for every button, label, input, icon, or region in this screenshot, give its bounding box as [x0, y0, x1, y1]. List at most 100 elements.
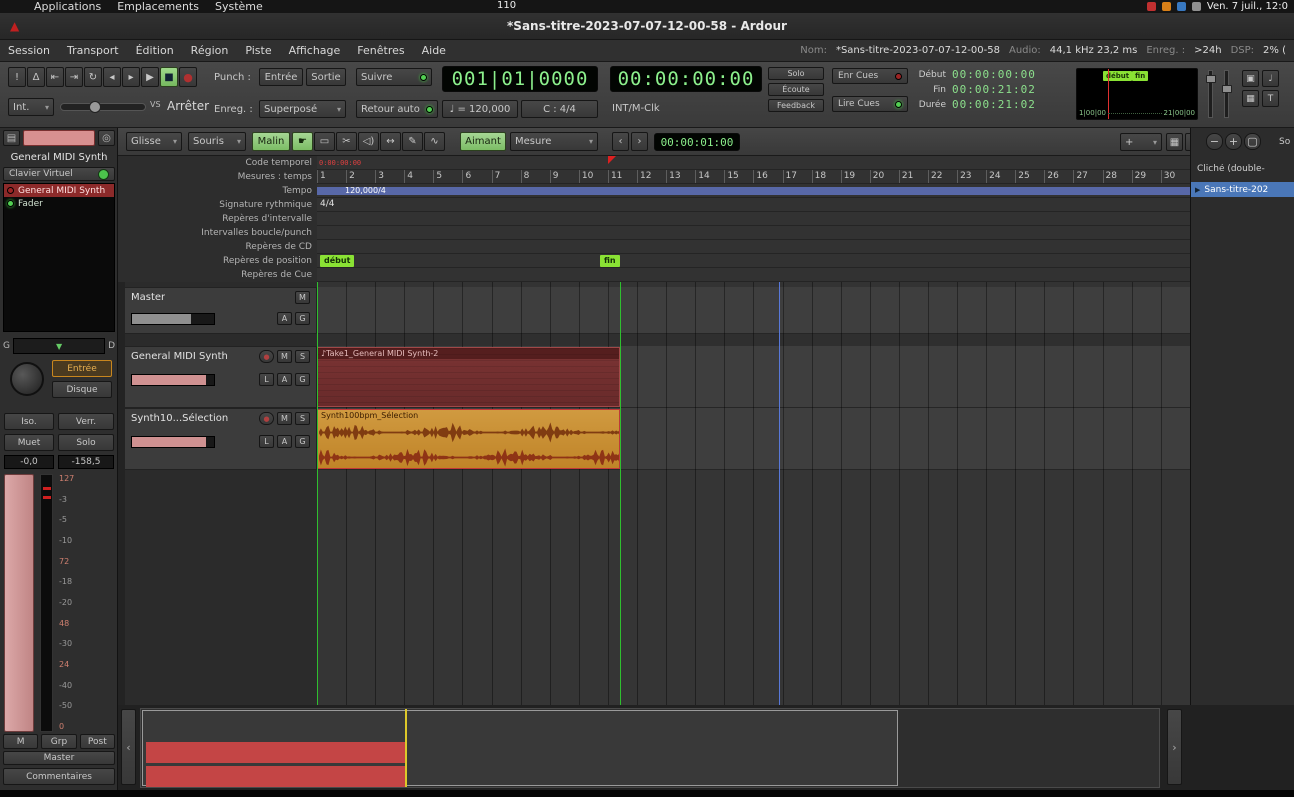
tray-notification-icon[interactable] — [1162, 2, 1171, 11]
processor-led[interactable] — [7, 187, 14, 194]
primary-clock[interactable]: 001|01|0000 — [442, 66, 598, 92]
smart-mode-button[interactable]: Malin — [252, 132, 290, 151]
track-header-master[interactable]: Master M A G — [125, 287, 317, 334]
group-button[interactable]: G — [295, 435, 310, 448]
metering-button[interactable]: Post — [80, 734, 115, 749]
monitor-disk-button[interactable]: Disque — [52, 381, 112, 398]
monitor-button[interactable]: Écoute — [768, 83, 824, 96]
record-button[interactable]: ● — [179, 67, 197, 87]
track-fader[interactable] — [131, 436, 215, 448]
menu-item[interactable]: Région — [191, 44, 229, 57]
processor-item[interactable]: Fader — [4, 197, 114, 210]
trim-knob[interactable] — [10, 362, 44, 396]
tray-network-icon[interactable] — [1177, 2, 1186, 11]
panel-tab-label[interactable]: So — [1279, 137, 1290, 147]
system-clock[interactable]: Ven. 7 juil., 12:0 — [1207, 1, 1288, 12]
signature-marker[interactable]: 4/4 — [320, 199, 334, 209]
solo-lock-button[interactable]: Verr. — [58, 413, 114, 430]
layers-button[interactable]: ▣ — [1242, 70, 1259, 87]
position-marker[interactable]: début — [320, 255, 354, 267]
monitor-fader[interactable] — [1208, 70, 1213, 118]
processor-led[interactable] — [7, 200, 14, 207]
solo-button[interactable]: S — [295, 412, 310, 425]
record-arm-button[interactable]: ● — [259, 412, 274, 425]
ruler-label[interactable]: Repères de CD — [118, 240, 317, 254]
range-tool-button[interactable]: ▭ — [314, 132, 335, 151]
click-fader-thumb[interactable] — [1222, 85, 1232, 93]
system-menu[interactable]: Emplacements — [117, 0, 199, 13]
signature-ruler[interactable]: 4/4 — [317, 198, 1190, 212]
menu-item[interactable]: Édition — [136, 44, 174, 57]
metering-button[interactable]: M — [3, 734, 38, 749]
forward-button[interactable]: ▸ — [122, 67, 140, 87]
position-markers-ruler[interactable]: début fin — [317, 254, 1190, 268]
loop-punch-ruler[interactable] — [317, 226, 1190, 240]
nudge-clock[interactable]: 00:00:01:00 — [654, 133, 740, 151]
shuttle-thumb[interactable] — [89, 101, 101, 113]
ruler-label[interactable]: Repères de Cue — [118, 268, 317, 282]
output-master-button[interactable]: Master — [3, 751, 115, 765]
mute-button[interactable]: M — [277, 412, 292, 425]
mini-end-marker[interactable]: fin — [1132, 71, 1148, 81]
playhead-marker[interactable] — [608, 156, 616, 164]
gain-fader[interactable] — [4, 474, 34, 732]
goto-end-button[interactable]: ⇥ — [65, 67, 83, 87]
midi-panic-button[interactable]: ! — [8, 67, 26, 87]
track-name[interactable]: Master — [131, 292, 165, 303]
menu-item[interactable]: Transport — [67, 44, 119, 57]
track-name[interactable]: General MIDI Synth — [131, 351, 228, 362]
goto-start-button[interactable]: ⇤ — [46, 67, 64, 87]
position-marker[interactable]: fin — [600, 255, 620, 267]
system-menu[interactable]: Applications — [34, 0, 101, 13]
summary-playhead[interactable] — [405, 709, 407, 787]
midi-region[interactable]: ♪Take1_General MIDI Synth-2 — [317, 347, 620, 407]
metronome-small-button[interactable]: ♩ — [1262, 70, 1279, 87]
play-button[interactable]: ▶ — [141, 67, 159, 87]
cue-button[interactable]: Lire Cues — [832, 96, 908, 112]
editor-canvas[interactable]: ♪Take1_General MIDI Synth-2 Synth100bpm_… — [317, 156, 1190, 705]
snap-mode-button[interactable]: Aimant — [460, 132, 506, 151]
ruler-label[interactable]: Repères d'intervalle — [118, 212, 317, 226]
timecode-ruler[interactable]: 0:00:00:00 — [317, 156, 1190, 170]
solo-button[interactable]: S — [295, 350, 310, 363]
stretch-tool-button[interactable]: ↔ — [380, 132, 401, 151]
monitor-button[interactable]: Solo — [768, 67, 824, 80]
tray-record-icon[interactable] — [1147, 2, 1156, 11]
nudge-forward-button[interactable]: › — [631, 132, 648, 151]
menu-item[interactable]: Session — [8, 44, 50, 57]
follow-edits-dropdown[interactable]: Suivre — [356, 68, 432, 86]
summary-canvas[interactable] — [140, 708, 1160, 788]
menu-item[interactable]: Piste — [245, 44, 271, 57]
group-button[interactable]: G — [295, 373, 310, 386]
zoom-in-button[interactable]: + — [1225, 133, 1242, 150]
marker-add-dropdown[interactable]: + ▾ — [1120, 133, 1162, 151]
punch-out-button[interactable]: Sortie — [306, 68, 346, 86]
ruler-label[interactable]: Signature rythmique — [118, 198, 317, 212]
audio-region[interactable]: Synth100bpm_Sélection — [317, 409, 620, 469]
automation-button[interactable]: A — [277, 312, 292, 325]
monitor-button[interactable]: Feedback — [768, 99, 824, 112]
peak-display[interactable]: -158,5 — [58, 455, 114, 469]
secondary-clock[interactable]: 00:00:00:00 — [610, 66, 762, 92]
sync-source-button[interactable]: Int. ▾ — [8, 98, 54, 116]
save-icon[interactable]: ▤ — [3, 130, 20, 146]
edit-mode-dropdown[interactable]: Glisse ▾ — [126, 132, 182, 151]
varispeed-button[interactable]: VS — [150, 100, 161, 109]
mute-button[interactable]: Muet — [4, 434, 54, 451]
gain-display[interactable]: -0,0 — [4, 455, 54, 469]
track-name[interactable]: Synth10...Sélection — [131, 413, 228, 424]
rewind-button[interactable]: ◂ — [103, 67, 121, 87]
punch-in-button[interactable]: Entrée — [259, 68, 303, 86]
tempo-band[interactable] — [317, 187, 1190, 195]
track-color-swatch[interactable] — [23, 130, 95, 146]
automation-button[interactable]: A — [277, 373, 292, 386]
menu-item[interactable]: Affichage — [289, 44, 341, 57]
track-header-midi[interactable]: General MIDI Synth ● M S L A G — [125, 346, 317, 408]
mute-button[interactable]: M — [277, 350, 292, 363]
shuttle-control[interactable] — [60, 103, 146, 111]
grid-view-button[interactable]: ▦ — [1166, 133, 1183, 151]
monitor-t-button[interactable]: T — [1262, 90, 1279, 107]
nudge-back-button[interactable]: ‹ — [612, 132, 629, 151]
tray-volume-icon[interactable] — [1192, 2, 1201, 11]
loop-button[interactable]: ↻ — [84, 67, 102, 87]
